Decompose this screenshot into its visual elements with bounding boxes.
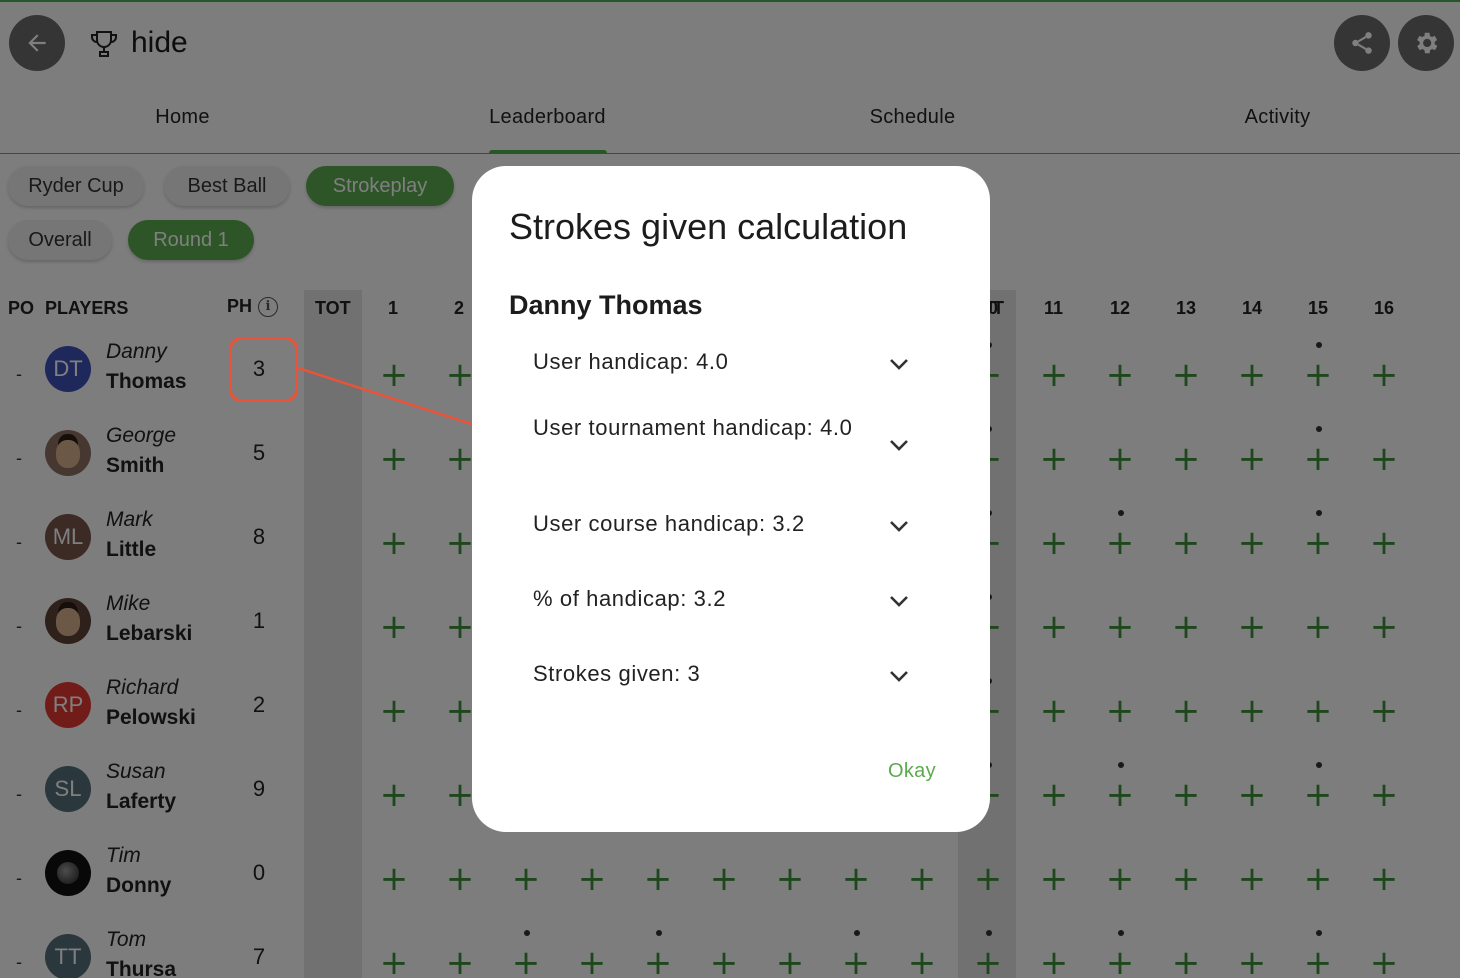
chevron-down-icon[interactable] (888, 438, 910, 452)
expansion-tournament-handicap[interactable]: User tournament handicap: 4.0 (533, 413, 953, 451)
ph-highlight-annotation (229, 337, 298, 402)
strokes-given-dialog: Strokes given calculation Danny Thomas U… (472, 166, 990, 832)
chevron-down-icon[interactable] (888, 519, 910, 533)
dialog-player-name: Danny Thomas (509, 290, 703, 320)
expansion-label: User tournament handicap: 4.0 (533, 415, 853, 440)
expansion-label: % of handicap: 3.2 (533, 586, 727, 611)
okay-button[interactable]: Okay (888, 760, 936, 783)
expansion-label: User course handicap: 3.2 (533, 511, 805, 536)
chevron-down-icon[interactable] (888, 357, 910, 371)
expansion-label: Strokes given: 3 (533, 661, 701, 686)
expansion-label: User handicap: 4.0 (533, 349, 729, 374)
expansion-course-handicap[interactable]: User course handicap: 3.2 (533, 509, 953, 539)
expansion-user-handicap[interactable]: User handicap: 4.0 (533, 347, 953, 377)
expansion-strokes-given[interactable]: Strokes given: 3 (533, 659, 953, 689)
chevron-down-icon[interactable] (888, 594, 910, 608)
dialog-title: Strokes given calculation (509, 206, 908, 247)
expansion-percent-handicap[interactable]: % of handicap: 3.2 (533, 584, 953, 614)
chevron-down-icon[interactable] (888, 669, 910, 683)
leaderboard-screen: hide Home Leaderboard Schedule Activity … (0, 0, 1460, 978)
